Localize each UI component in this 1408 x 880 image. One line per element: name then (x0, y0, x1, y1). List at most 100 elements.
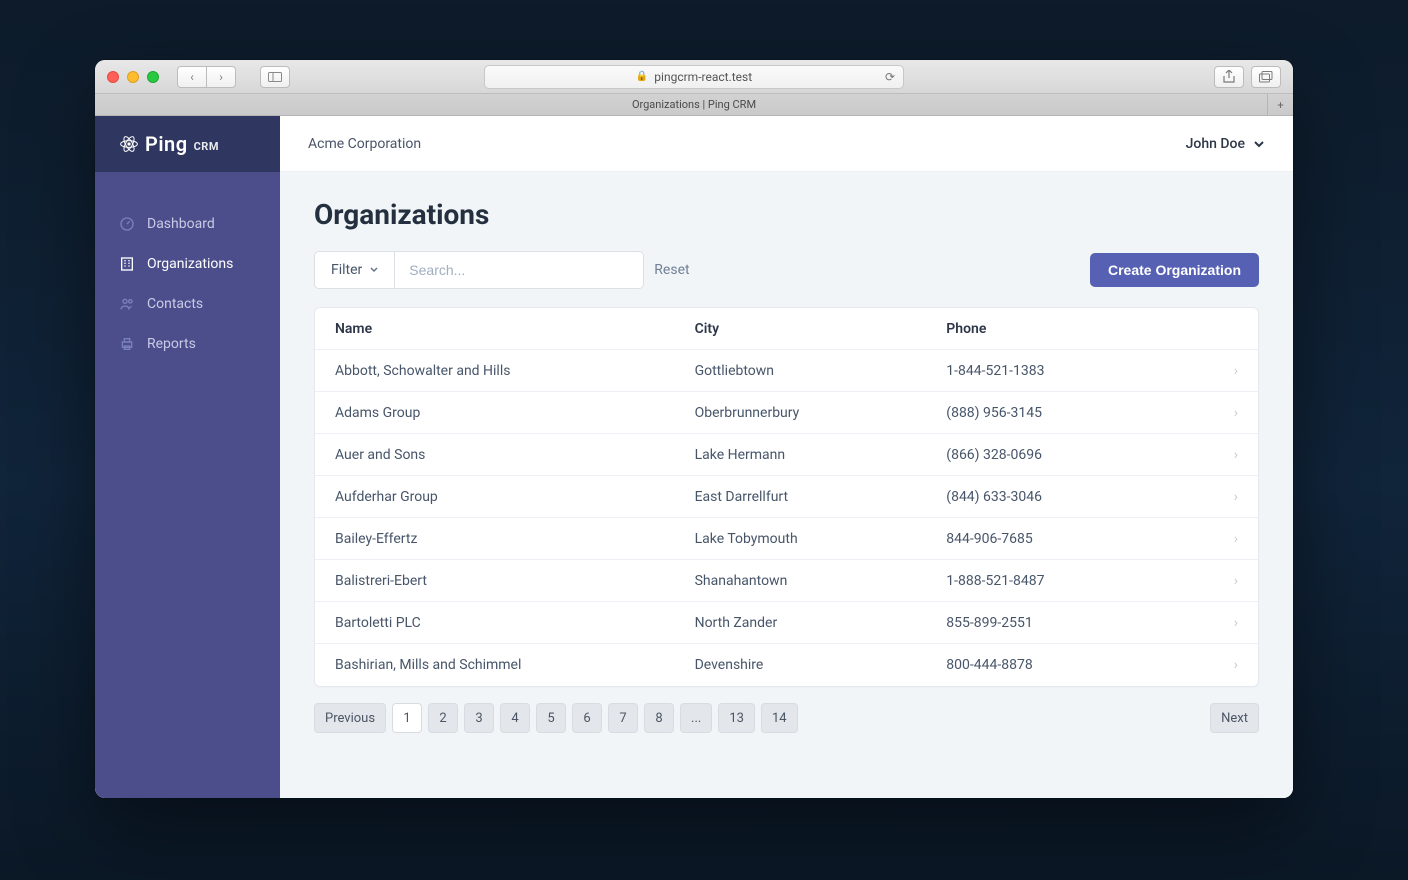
chevron-right-icon: › (1198, 447, 1238, 463)
pagination-page[interactable]: 8 (644, 703, 674, 733)
reset-link[interactable]: Reset (654, 262, 689, 278)
table-row[interactable]: Bashirian, Mills and SchimmelDevenshire8… (315, 644, 1258, 686)
brand-sub: CRM (194, 140, 219, 153)
user-menu[interactable]: John Doe (1186, 136, 1265, 152)
browser-sidebar-button[interactable] (260, 66, 290, 88)
brand-name: Ping (145, 132, 188, 156)
pagination-page[interactable]: 6 (572, 703, 602, 733)
page-title: Organizations (314, 198, 1259, 231)
chevron-right-icon: › (1198, 405, 1238, 421)
cell-name: Auer and Sons (335, 447, 695, 463)
pagination-page[interactable]: 5 (536, 703, 566, 733)
browser-window: ‹ › 🔒 pingcrm-react.test ⟳ Organizations… (95, 60, 1293, 798)
pagination-next[interactable]: Next (1210, 703, 1259, 733)
chevron-right-icon: › (1198, 573, 1238, 589)
cell-city: Gottliebtown (695, 363, 947, 379)
cell-phone: 844-906-7685 (946, 531, 1198, 547)
sidebar-item-dashboard[interactable]: Dashboard (95, 204, 280, 244)
page-content: Organizations Filter Reset Create Organi… (280, 172, 1293, 798)
browser-forward-button[interactable]: › (206, 66, 236, 88)
browser-new-tab-button[interactable]: + (1267, 94, 1293, 116)
browser-back-button[interactable]: ‹ (177, 66, 207, 88)
sidebar-item-label: Dashboard (147, 216, 215, 232)
main-panel: Acme Corporation John Doe Organizations … (280, 116, 1293, 798)
sidebar-nav: Dashboard Organizations Contacts (95, 172, 280, 798)
tenant-name: Acme Corporation (308, 136, 421, 152)
pagination-page[interactable]: 2 (428, 703, 458, 733)
cell-city: Devenshire (695, 657, 947, 673)
chevron-right-icon: › (1198, 615, 1238, 631)
cell-name: Bartoletti PLC (335, 615, 695, 631)
browser-tab-title[interactable]: Organizations | Ping CRM (632, 98, 756, 111)
reload-icon[interactable]: ⟳ (885, 70, 895, 84)
table-row[interactable]: Adams GroupOberbrunnerbury(888) 956-3145… (315, 392, 1258, 434)
filter-group: Filter Reset (314, 251, 690, 289)
sidebar-item-label: Organizations (147, 256, 233, 272)
window-minimize-button[interactable] (127, 71, 139, 83)
table-row[interactable]: Abbott, Schowalter and HillsGottliebtown… (315, 350, 1258, 392)
table-row[interactable]: Bartoletti PLCNorth Zander855-899-2551› (315, 602, 1258, 644)
pagination-page[interactable]: 13 (718, 703, 755, 733)
sidebar: Ping CRM Dashboard Organizations (95, 116, 280, 798)
browser-titlebar: ‹ › 🔒 pingcrm-react.test ⟳ (95, 60, 1293, 94)
lock-icon: 🔒 (636, 71, 648, 82)
pagination-page[interactable]: 7 (608, 703, 638, 733)
browser-tabs-button[interactable] (1251, 66, 1281, 88)
cell-name: Abbott, Schowalter and Hills (335, 363, 695, 379)
filter-button-label: Filter (331, 262, 362, 278)
pagination-page[interactable]: 3 (464, 703, 494, 733)
chevron-right-icon: › (1198, 363, 1238, 379)
cell-city: Lake Tobymouth (695, 531, 947, 547)
cell-phone: 1-844-521-1383 (946, 363, 1198, 379)
cell-city: Shanahantown (695, 573, 947, 589)
brand-logo[interactable]: Ping CRM (95, 116, 280, 172)
cell-name: Balistreri-Ebert (335, 573, 695, 589)
cell-phone: (866) 328-0696 (946, 447, 1198, 463)
table-row[interactable]: Balistreri-EbertShanahantown1-888-521-84… (315, 560, 1258, 602)
sidebar-item-label: Reports (147, 336, 196, 352)
cell-city: Oberbrunnerbury (695, 405, 947, 421)
cell-phone: (844) 633-3046 (946, 489, 1198, 505)
traffic-lights (107, 71, 159, 83)
search-input[interactable] (394, 251, 644, 289)
pagination-page[interactable]: 1 (392, 703, 422, 733)
list-toolbar: Filter Reset Create Organization (314, 251, 1259, 289)
filter-button[interactable]: Filter (314, 251, 394, 289)
table-header: Name City Phone (315, 308, 1258, 350)
cell-name: Bashirian, Mills and Schimmel (335, 657, 695, 673)
users-icon (119, 296, 135, 312)
cell-city: North Zander (695, 615, 947, 631)
create-organization-button[interactable]: Create Organization (1090, 253, 1259, 287)
sidebar-item-reports[interactable]: Reports (95, 324, 280, 364)
app-topbar: Acme Corporation John Doe (280, 116, 1293, 172)
pagination-ellipsis: ... (680, 703, 712, 733)
pagination-previous[interactable]: Previous (314, 703, 386, 733)
chevron-down-icon (1253, 138, 1265, 150)
browser-share-button[interactable] (1214, 66, 1244, 88)
table-row[interactable]: Auer and SonsLake Hermann(866) 328-0696› (315, 434, 1258, 476)
browser-nav-buttons: ‹ › (177, 66, 236, 88)
cell-name: Adams Group (335, 405, 695, 421)
caret-down-icon (370, 266, 378, 274)
cell-phone: 855-899-2551 (946, 615, 1198, 631)
pagination-page[interactable]: 4 (500, 703, 530, 733)
building-icon (119, 256, 135, 272)
window-close-button[interactable] (107, 71, 119, 83)
col-city: City (695, 321, 947, 337)
col-phone: Phone (946, 321, 1198, 337)
sidebar-item-organizations[interactable]: Organizations (95, 244, 280, 284)
pagination-page[interactable]: 14 (761, 703, 798, 733)
react-icon (119, 134, 139, 154)
pagination: Previous12345678...1314 Next (314, 703, 1259, 733)
cell-name: Aufderhar Group (335, 489, 695, 505)
organizations-table: Name City Phone Abbott, Schowalter and H… (314, 307, 1259, 687)
cell-phone: (888) 956-3145 (946, 405, 1198, 421)
sidebar-item-contacts[interactable]: Contacts (95, 284, 280, 324)
app-root: Ping CRM Dashboard Organizations (95, 116, 1293, 798)
browser-url-bar[interactable]: 🔒 pingcrm-react.test ⟳ (484, 65, 904, 89)
table-row[interactable]: Bailey-EffertzLake Tobymouth844-906-7685… (315, 518, 1258, 560)
chevron-right-icon: › (1198, 657, 1238, 673)
window-zoom-button[interactable] (147, 71, 159, 83)
printer-icon (119, 336, 135, 352)
table-row[interactable]: Aufderhar GroupEast Darrellfurt(844) 633… (315, 476, 1258, 518)
